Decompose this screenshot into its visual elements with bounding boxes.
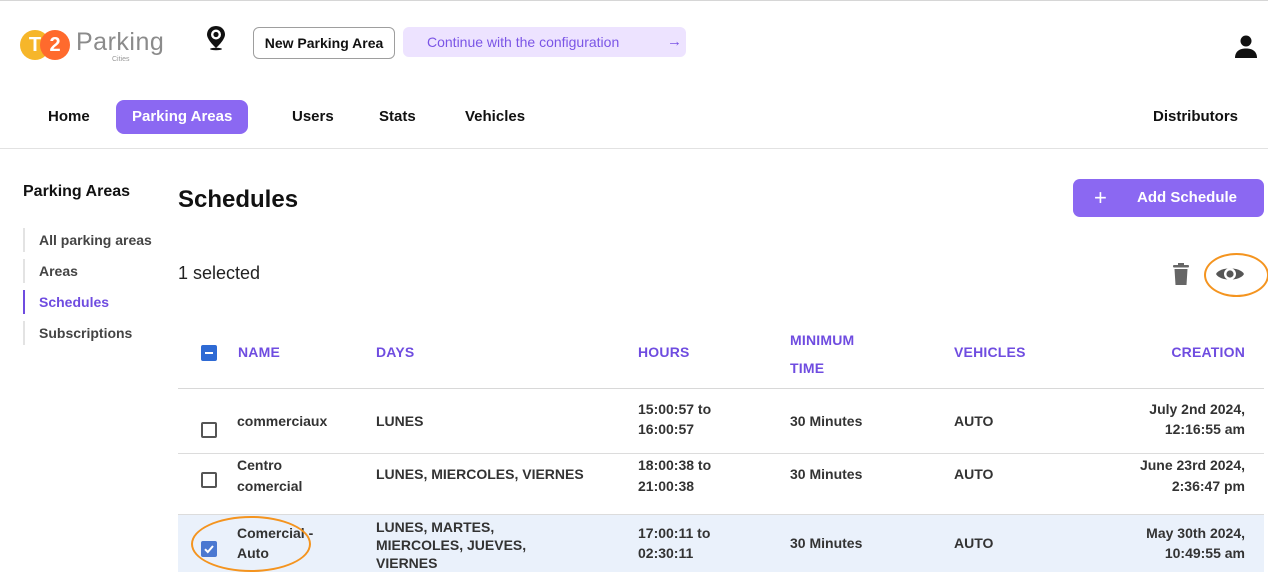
column-header-minimum-time-line1[interactable]: MINIMUM: [790, 332, 854, 348]
top-divider: [0, 0, 1268, 1]
table-row-selected[interactable]: Comercial - Auto LUNES, MARTES, MIERCOLE…: [178, 515, 1264, 572]
schedule-min-time: 30 Minutes: [790, 413, 863, 429]
page-title: Schedules: [178, 186, 299, 213]
schedule-hours-start: 17:00:11 to: [638, 525, 711, 541]
row-checkbox[interactable]: [201, 422, 217, 438]
schedule-vehicles: AUTO: [954, 466, 994, 482]
schedule-creation-date: May 30th 2024,: [1146, 525, 1245, 541]
schedule-creation-time: 2:36:47 pm: [1171, 478, 1245, 494]
sidebar-item-schedules[interactable]: Schedules: [23, 290, 173, 314]
brand-subtitle: Cities: [112, 56, 130, 63]
schedule-days-line1: LUNES, MARTES,: [376, 519, 495, 535]
minus-icon: [205, 352, 213, 354]
continue-configuration-label: Continue with the configuration: [427, 34, 620, 50]
logo-2-circle: 2: [40, 30, 70, 60]
column-header-creation[interactable]: CREATION: [1168, 344, 1245, 360]
schedule-name: commerciaux: [237, 413, 328, 429]
continue-configuration-button[interactable]: Continue with the configuration →: [403, 27, 686, 57]
nav-parking-areas[interactable]: Parking Areas: [116, 100, 249, 134]
user-account-icon[interactable]: [1234, 34, 1258, 60]
schedule-creation-date: July 2nd 2024,: [1149, 401, 1245, 417]
brand-name: Parking: [76, 28, 165, 56]
add-schedule-label: Add Schedule: [1137, 189, 1238, 206]
schedule-days-line3: VIERNES: [376, 555, 438, 571]
row-checkbox[interactable]: [201, 472, 217, 488]
schedule-hours-start: 18:00:38 to: [638, 457, 712, 473]
schedule-days: LUNES: [376, 413, 424, 429]
nav-distributors[interactable]: Distributors: [1153, 100, 1238, 134]
column-header-name[interactable]: NAME: [238, 344, 280, 360]
sidebar-item-all-parking-areas[interactable]: All parking areas: [23, 228, 173, 252]
schedule-creation-date: June 23rd 2024,: [1139, 457, 1245, 473]
schedule-creation-time: 10:49:55 am: [1164, 545, 1245, 561]
schedule-hours-end: 16:00:57: [638, 421, 695, 437]
main-navigation: Home Parking Areas Users Stats Vehicles …: [0, 100, 1268, 138]
location-pin-icon[interactable]: [204, 25, 228, 51]
schedule-hours-end: 21:00:38: [638, 478, 695, 494]
table-header: NAME DAYS HOURS MINIMUM TIME VEHICLES CR…: [178, 320, 1264, 389]
schedule-name-line1: Centro: [237, 457, 283, 473]
schedule-vehicles: AUTO: [954, 413, 994, 429]
column-header-hours[interactable]: HOURS: [638, 344, 690, 360]
schedule-days: LUNES, MIERCOLES, VIERNES: [376, 466, 584, 482]
schedule-hours-end: 02:30:11: [638, 545, 694, 561]
new-parking-area-button[interactable]: New Parking Area: [253, 27, 395, 59]
column-header-days[interactable]: DAYS: [376, 344, 414, 360]
table-row[interactable]: commerciaux LUNES 15:00:57 to 16:00:57 3…: [178, 389, 1264, 454]
top-bar: T 2 Parking Cities New Parking Area Cont…: [0, 0, 1268, 90]
selection-count: 1 selected: [178, 263, 261, 283]
table-row[interactable]: Centro comercial LUNES, MIERCOLES, VIERN…: [178, 454, 1264, 515]
schedule-creation-time: 12:16:55 am: [1164, 421, 1245, 437]
column-header-minimum-time-line2[interactable]: TIME: [790, 360, 824, 376]
schedule-min-time: 30 Minutes: [790, 535, 863, 551]
schedule-days-line2: MIERCOLES, JUEVES,: [376, 537, 527, 553]
nav-home[interactable]: Home: [48, 100, 90, 134]
nav-stats[interactable]: Stats: [379, 100, 416, 134]
schedule-min-time: 30 Minutes: [790, 466, 863, 482]
schedule-name-line2: comercial: [237, 478, 303, 494]
nav-divider: [0, 148, 1268, 149]
column-header-vehicles[interactable]: VEHICLES: [954, 344, 1026, 360]
sidebar-item-subscriptions[interactable]: Subscriptions: [23, 321, 173, 345]
nav-users[interactable]: Users: [292, 100, 334, 134]
arrow-right-icon: →: [667, 33, 682, 50]
selected-row-highlight-annotation: [191, 516, 311, 572]
trash-icon[interactable]: [1172, 263, 1190, 285]
schedule-hours-start: 15:00:57 to: [638, 401, 712, 417]
add-schedule-button[interactable]: + Add Schedule: [1073, 179, 1264, 217]
eye-highlight-annotation: [1204, 253, 1268, 297]
sidebar-item-areas[interactable]: Areas: [23, 259, 173, 283]
select-all-checkbox[interactable]: [201, 345, 217, 361]
nav-vehicles[interactable]: Vehicles: [465, 100, 525, 134]
sidebar-title: Parking Areas: [23, 183, 131, 200]
plus-icon: +: [1094, 185, 1107, 210]
schedule-vehicles: AUTO: [954, 535, 994, 551]
